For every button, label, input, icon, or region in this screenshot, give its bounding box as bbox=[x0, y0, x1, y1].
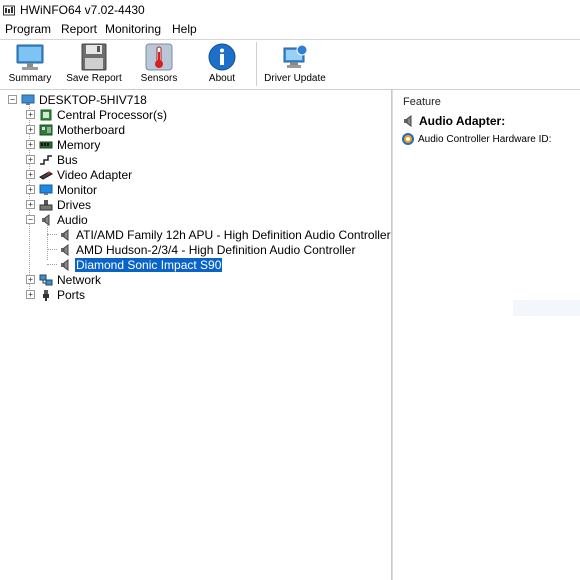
speaker-icon bbox=[61, 228, 69, 241]
tree-item-label: Drives bbox=[57, 197, 92, 212]
tree-item-motherboard[interactable]: + Motherboard bbox=[26, 122, 126, 137]
speaker-icon bbox=[61, 258, 69, 271]
floppy-disk-icon bbox=[81, 43, 107, 71]
speaker-icon bbox=[42, 213, 50, 226]
motherboard-icon bbox=[39, 124, 53, 135]
info-icon bbox=[208, 43, 236, 71]
tree-item-audio-device-selected[interactable]: Diamond Sonic Impact S90 bbox=[58, 257, 223, 272]
speaker-icon bbox=[61, 243, 69, 256]
tree-root[interactable]: − DESKTOP-5HIV718 bbox=[8, 92, 148, 107]
gear-icon bbox=[402, 133, 414, 145]
driver-update-icon bbox=[283, 44, 308, 68]
monitor-icon bbox=[39, 184, 53, 195]
port-icon bbox=[43, 289, 49, 301]
tree-item-label: Bus bbox=[57, 152, 78, 167]
tree-root-label: DESKTOP-5HIV718 bbox=[39, 92, 147, 107]
about-button[interactable]: About bbox=[200, 42, 244, 88]
computer-icon bbox=[21, 94, 35, 105]
tree-item-label: Audio bbox=[57, 212, 88, 227]
expand-toggle[interactable]: + bbox=[26, 275, 35, 284]
faded-overlay-text bbox=[513, 300, 580, 316]
toolbar: Summary Save Report Sensors About Driver… bbox=[0, 40, 580, 90]
menu-monitoring[interactable]: Monitoring bbox=[104, 22, 162, 36]
cpu-icon bbox=[40, 109, 52, 120]
tree-item-label: Diamond Sonic Impact S90 bbox=[75, 257, 223, 272]
tree-item-label: Video Adapter bbox=[57, 167, 133, 182]
summary-label: Summary bbox=[8, 73, 52, 84]
network-icon bbox=[39, 274, 53, 285]
expand-toggle[interactable]: + bbox=[26, 185, 35, 194]
expand-toggle[interactable]: + bbox=[26, 110, 35, 119]
tree-item-label: Central Processor(s) bbox=[57, 107, 168, 122]
tree-item-label: Network bbox=[57, 272, 102, 287]
tree-item-network[interactable]: + Network bbox=[26, 272, 102, 287]
driver-update-button[interactable]: Driver Update bbox=[262, 42, 328, 88]
tree-item-label: Motherboard bbox=[57, 122, 126, 137]
menu-help[interactable]: Help bbox=[171, 22, 198, 36]
collapse-toggle[interactable]: − bbox=[26, 215, 35, 224]
thermometer-icon bbox=[145, 43, 173, 71]
section-title-row: Audio Adapter: bbox=[401, 114, 505, 128]
window-title: HWiNFO64 v7.02-4430 bbox=[20, 3, 145, 17]
tree-item-label: Ports bbox=[57, 287, 86, 302]
about-label: About bbox=[208, 73, 236, 84]
sensors-label: Sensors bbox=[140, 73, 178, 84]
tree-item-memory[interactable]: + Memory bbox=[26, 137, 101, 152]
summary-button[interactable]: Summary bbox=[6, 42, 54, 88]
expand-toggle[interactable]: + bbox=[26, 155, 35, 164]
tree-item-cpu[interactable]: + Central Processor(s) bbox=[26, 107, 168, 122]
expand-toggle[interactable]: + bbox=[26, 140, 35, 149]
tree-item-audio-device[interactable]: ATI/AMD Family 12h APU - High Definition… bbox=[58, 227, 392, 242]
tree-item-drives[interactable]: + Drives bbox=[26, 197, 92, 212]
bus-icon bbox=[40, 154, 52, 165]
feature-row[interactable]: Audio Controller Hardware ID: bbox=[401, 132, 551, 146]
toolbar-separator bbox=[256, 42, 257, 86]
tree-item-label: Memory bbox=[57, 137, 101, 152]
details-pane: Feature Audio Adapter: Audio Controller … bbox=[392, 90, 580, 580]
driver-update-label: Driver Update bbox=[264, 73, 326, 84]
tree-item-audio[interactable]: − Audio bbox=[26, 212, 89, 227]
tree-item-label: AMD Hudson-2/3/4 - High Definition Audio… bbox=[76, 242, 356, 257]
save-report-button[interactable]: Save Report bbox=[64, 42, 124, 88]
tree-connector bbox=[47, 249, 57, 250]
menu-report[interactable]: Report bbox=[60, 22, 98, 36]
app-icon bbox=[3, 5, 15, 16]
memory-icon bbox=[39, 141, 53, 148]
tree-item-label: Monitor bbox=[57, 182, 98, 197]
expand-toggle[interactable]: + bbox=[26, 125, 35, 134]
expand-toggle[interactable]: + bbox=[26, 290, 35, 299]
tree-item-ports[interactable]: + Ports bbox=[26, 287, 86, 302]
tree-connector bbox=[47, 234, 57, 235]
menu-program[interactable]: Program bbox=[4, 22, 52, 36]
sensors-button[interactable]: Sensors bbox=[138, 42, 180, 88]
save-report-label: Save Report bbox=[66, 73, 122, 84]
tree-connector bbox=[47, 223, 48, 260]
device-tree[interactable]: − DESKTOP-5HIV718 + Central Processor(s)… bbox=[0, 90, 392, 580]
expand-toggle[interactable]: + bbox=[26, 200, 35, 209]
video-adapter-icon bbox=[39, 170, 53, 180]
tree-item-video-adapter[interactable]: + Video Adapter bbox=[26, 167, 133, 182]
expand-toggle[interactable]: + bbox=[26, 170, 35, 179]
menu-bar: Program Report Monitoring Help bbox=[0, 20, 580, 40]
monitor-icon bbox=[16, 44, 44, 70]
title-bar: HWiNFO64 v7.02-4430 bbox=[0, 0, 580, 20]
section-title: Audio Adapter: bbox=[419, 114, 506, 128]
speaker-icon bbox=[404, 115, 412, 127]
tree-item-audio-device[interactable]: AMD Hudson-2/3/4 - High Definition Audio… bbox=[58, 242, 356, 257]
feature-label: Audio Controller Hardware ID: bbox=[418, 133, 552, 145]
feature-column-header[interactable]: Feature bbox=[403, 96, 441, 108]
tree-item-bus[interactable]: + Bus bbox=[26, 152, 79, 167]
collapse-toggle[interactable]: − bbox=[8, 95, 17, 104]
drive-icon bbox=[39, 199, 53, 210]
tree-connector bbox=[47, 264, 57, 265]
tree-item-label: ATI/AMD Family 12h APU - High Definition… bbox=[76, 227, 391, 242]
tree-item-monitor[interactable]: + Monitor bbox=[26, 182, 98, 197]
